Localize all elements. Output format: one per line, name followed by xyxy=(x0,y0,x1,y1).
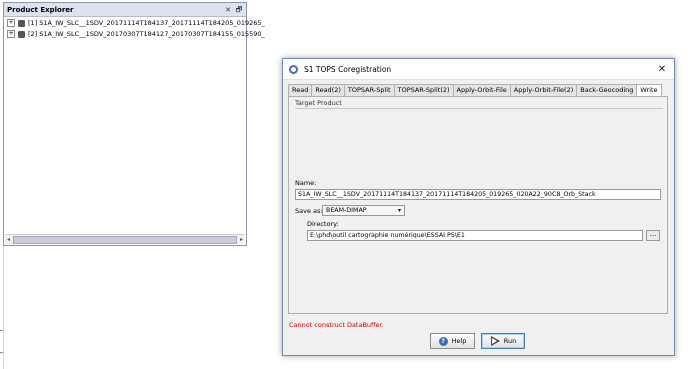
product-explorer-header: Product Explorer ✕ 🗗 xyxy=(4,3,246,17)
help-button-label: Help xyxy=(451,337,467,345)
write-tab-panel: Target Product Name: S1A_IW_SLC__1SDV_20… xyxy=(288,96,668,314)
tab-read[interactable]: Read xyxy=(288,84,313,96)
product-label: [1] S1A_IW_SLC__1SDV_20171114T184137_201… xyxy=(28,19,265,27)
close-icon[interactable]: ✕ xyxy=(224,6,232,14)
name-label: Name: xyxy=(295,179,317,187)
save-as-label: Save as: xyxy=(295,207,323,215)
product-icon xyxy=(18,19,25,27)
error-message: Cannot construct DataBuffer. xyxy=(289,321,384,329)
dialog-titlebar[interactable]: S1 TOPS Coregistration ✕ xyxy=(283,59,674,80)
side-divider xyxy=(3,246,4,369)
tab-back-geocoding[interactable]: Back-Geocoding xyxy=(576,84,638,96)
expand-icon[interactable]: + xyxy=(7,19,15,27)
name-field[interactable]: S1A_IW_SLC__1SDV_20171114T184137_2017111… xyxy=(295,189,661,200)
tab-topsar-split-2[interactable]: TOPSAR-Split(2) xyxy=(393,84,454,96)
horizontal-scrollbar[interactable]: ◂ ▸ xyxy=(5,234,245,244)
directory-field[interactable]: E:\phd\outil cartographie numérique\ESSA… xyxy=(307,230,643,241)
browse-button[interactable]: ... xyxy=(646,230,660,241)
scroll-left-icon[interactable]: ◂ xyxy=(5,235,12,244)
product-explorer-panel: Product Explorer ✕ 🗗 + [1] S1A_IW_SLC__1… xyxy=(3,2,265,246)
restore-icon[interactable]: 🗗 xyxy=(235,6,243,14)
side-tick xyxy=(0,330,3,331)
product-label: [2] S1A_IW_SLC__1SDV_20170307T184127_201… xyxy=(28,30,265,38)
scrollbar-thumb[interactable] xyxy=(13,236,237,244)
scroll-right-icon[interactable]: ▸ xyxy=(238,235,245,244)
section-divider xyxy=(295,108,663,109)
help-button[interactable]: ? Help xyxy=(430,333,475,349)
tab-read-2[interactable]: Read(2) xyxy=(311,84,345,96)
directory-label: Directory: xyxy=(307,220,339,228)
tab-bar: Read Read(2) TOPSAR-Split TOPSAR-Split(2… xyxy=(288,84,662,97)
tab-apply-orbit-file-2[interactable]: Apply-Orbit-File(2) xyxy=(509,84,578,96)
run-button[interactable]: Run xyxy=(481,333,525,349)
app-icon xyxy=(289,64,298,74)
dialog-title: S1 TOPS Coregistration xyxy=(304,64,392,74)
product-explorer-title: Product Explorer xyxy=(7,5,74,14)
product-tree-item-2[interactable]: + [2] S1A_IW_SLC__1SDV_20170307T184127_2… xyxy=(7,29,265,39)
close-icon[interactable]: ✕ xyxy=(656,64,668,75)
save-as-value: BEAM-DIMAP xyxy=(326,207,367,214)
coregistration-dialog: S1 TOPS Coregistration ✕ Read Read(2) TO… xyxy=(282,58,675,356)
help-icon: ? xyxy=(438,336,448,346)
tab-topsar-split[interactable]: TOPSAR-Split xyxy=(343,84,395,96)
target-product-heading: Target Product xyxy=(295,99,342,107)
save-as-select[interactable]: BEAM-DIMAP ▾ xyxy=(322,205,405,216)
tab-apply-orbit-file[interactable]: Apply-Orbit-File xyxy=(452,84,511,96)
product-icon xyxy=(18,30,25,38)
expand-icon[interactable]: + xyxy=(7,30,15,38)
side-tick xyxy=(0,352,3,353)
play-icon xyxy=(490,336,500,346)
product-tree-item-1[interactable]: + [1] S1A_IW_SLC__1SDV_20171114T184137_2… xyxy=(7,18,265,28)
chevron-down-icon: ▾ xyxy=(397,207,401,214)
run-button-label: Run xyxy=(503,337,517,345)
